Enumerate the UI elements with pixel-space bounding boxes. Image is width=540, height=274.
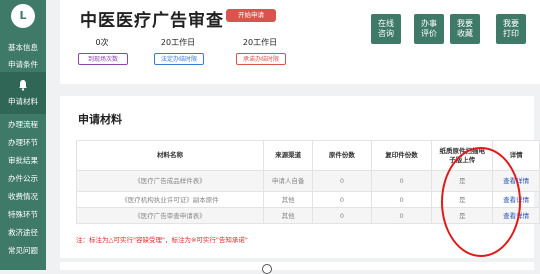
original-count: 0 [312, 207, 372, 224]
sidebar-item-faq[interactable]: 常见问题 [0, 246, 46, 256]
stat-promised-limit-value: 20工作日 [242, 38, 278, 47]
button-line: 咨询 [378, 29, 394, 38]
bell-icon [19, 80, 27, 91]
copy-count: 0 [370, 170, 433, 192]
logo: L [11, 4, 35, 28]
next-card [60, 262, 534, 270]
button-line: 收藏 [457, 29, 473, 38]
original-count: 0 [312, 170, 372, 192]
scroll-indicator[interactable] [262, 264, 272, 274]
start-application-button[interactable]: 开始申请 [226, 9, 276, 22]
page-title: 中医医疗广告审查 [80, 11, 224, 31]
source-channel: 其他 [263, 191, 314, 208]
sidebar-item-fees[interactable]: 收费情况 [0, 192, 46, 202]
column-header: 复印件份数 [370, 140, 433, 171]
column-header: 来源渠道 [263, 140, 314, 171]
button-line: 在线 [378, 19, 394, 28]
material-name: 《医疗机构执业许可证》副本原件 [75, 191, 265, 208]
stat-legal-limit-tag: 法定办结时限 [154, 53, 204, 65]
source-channel: 其他 [263, 207, 314, 224]
button-line: 评价 [421, 29, 437, 38]
online-consult-button[interactable]: 在线 咨询 [371, 14, 401, 44]
legend-note: 注：标注为△可实行"容缺受理"，标注为※可实行"告知承诺" [76, 236, 248, 244]
sidebar-item-results[interactable]: 审批结果 [0, 156, 46, 166]
sidebar-item-label: 申请材料 [8, 97, 38, 106]
sidebar-item-materials-active[interactable]: 申请材料 [0, 72, 46, 114]
stat-visits-value: 0次 [95, 38, 109, 47]
material-name: 《医疗广告审查申请表》 [75, 207, 265, 224]
stat-promised-limit-tag: 承诺办结时限 [236, 53, 286, 65]
sidebar-item-conditions[interactable]: 申请条件 [0, 60, 46, 70]
column-header: 原件份数 [312, 140, 372, 171]
stat-visits-tag: 到现场次数 [78, 53, 128, 65]
section-title: 申请材料 [78, 113, 122, 126]
stat-legal-limit-value: 20工作日 [160, 38, 196, 47]
annotation-circle [441, 147, 521, 257]
button-line: 办事 [421, 19, 437, 28]
sidebar-item-steps[interactable]: 办理环节 [0, 138, 46, 148]
source-channel: 申请人自备 [263, 170, 314, 192]
original-count: 0 [312, 191, 372, 208]
rate-service-button[interactable]: 办事 评价 [414, 14, 444, 44]
sidebar-item-remedy[interactable]: 救济途径 [0, 228, 46, 238]
header-card: 中医医疗广告审查 开始申请 0次 到现场次数 20工作日 法定办结时限 20工作… [60, 0, 540, 84]
button-line: 我要 [457, 19, 473, 28]
button-line: 打印 [503, 29, 519, 38]
button-line: 我要 [503, 19, 519, 28]
sidebar-item-publicity[interactable]: 办件公示 [0, 174, 46, 184]
sidebar-item-basic-info[interactable]: 基本信息 [0, 43, 46, 53]
copy-count: 0 [370, 191, 433, 208]
sidebar-item-special[interactable]: 特殊环节 [0, 210, 46, 220]
column-header: 材料名称 [75, 140, 265, 171]
material-name: 《医疗广告成品样件表》 [75, 170, 265, 192]
favorite-button[interactable]: 我要 收藏 [450, 14, 480, 44]
print-button[interactable]: 我要 打印 [496, 14, 526, 44]
sidebar: L 基本信息 申请条件 申请材料 办理流程 办理环节 审批结果 办件公示 收费情… [0, 0, 46, 270]
copy-count: 0 [370, 207, 433, 224]
sidebar-item-process[interactable]: 办理流程 [0, 120, 46, 130]
